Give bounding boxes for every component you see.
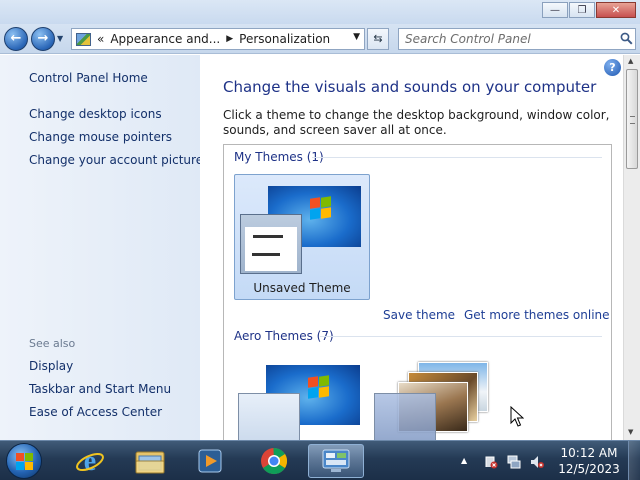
theme-thumbnail-window bbox=[240, 214, 302, 274]
search-input[interactable]: Search Control Panel bbox=[398, 28, 636, 50]
navigation-bar: ← → ▼ « Appearance and... ▶ Personalizat… bbox=[0, 24, 640, 54]
system-clock[interactable]: 10:12 AM 12/5/2023 bbox=[556, 445, 622, 477]
my-themes-group-title: My Themes (1) bbox=[234, 150, 324, 164]
change-account-picture-link[interactable]: Change your account picture bbox=[29, 153, 203, 167]
taskbar-chrome[interactable] bbox=[246, 444, 302, 478]
minimize-button[interactable]: — bbox=[542, 2, 568, 18]
windows-logo-icon bbox=[16, 453, 34, 471]
page-heading: Change the visuals and sounds on your co… bbox=[223, 78, 597, 96]
theme-windows-7[interactable] bbox=[238, 363, 360, 441]
taskbar-internet-explorer[interactable]: e bbox=[62, 444, 118, 478]
theme-thumbnail-window bbox=[374, 393, 436, 441]
see-also-heading: See also bbox=[29, 337, 76, 350]
search-icon[interactable] bbox=[620, 32, 633, 45]
forward-button[interactable]: → bbox=[31, 27, 55, 51]
scroll-thumb[interactable] bbox=[626, 69, 638, 169]
window-title-bar: — ❐ ✕ bbox=[0, 0, 640, 24]
refresh-button[interactable]: ⇆ bbox=[367, 28, 389, 50]
show-desktop-button[interactable] bbox=[628, 441, 640, 480]
theme-list: My Themes (1) Unsaved Theme Save theme G… bbox=[223, 144, 612, 441]
control-panel-icon bbox=[76, 32, 91, 46]
folder-icon bbox=[135, 451, 165, 474]
volume-muted-icon[interactable] bbox=[530, 455, 544, 469]
main-content-pane: ? Change the visuals and sounds on your … bbox=[200, 55, 640, 441]
theme-architecture[interactable] bbox=[374, 360, 494, 441]
ease-of-access-link[interactable]: Ease of Access Center bbox=[29, 405, 162, 419]
svg-text:e: e bbox=[84, 446, 96, 476]
aero-themes-group-title: Aero Themes (7) bbox=[234, 329, 334, 343]
close-button[interactable]: ✕ bbox=[596, 2, 636, 18]
start-button[interactable] bbox=[6, 443, 42, 479]
breadcrumb-appearance[interactable]: Appearance and... bbox=[110, 32, 220, 46]
network-icon[interactable] bbox=[507, 455, 521, 469]
vertical-scrollbar[interactable]: ▲ ▼ bbox=[623, 55, 640, 440]
display-link[interactable]: Display bbox=[29, 359, 73, 373]
breadcrumb-overflow[interactable]: « bbox=[97, 32, 104, 46]
taskbar-windows-explorer[interactable] bbox=[122, 444, 178, 478]
group-divider bbox=[312, 157, 602, 158]
back-button[interactable]: ← bbox=[4, 27, 28, 51]
windows-logo-icon bbox=[310, 196, 332, 220]
address-dropdown[interactable]: ▼ bbox=[353, 32, 360, 42]
windows-logo-icon bbox=[308, 375, 330, 399]
clock-date: 12/5/2023 bbox=[558, 462, 620, 476]
group-divider bbox=[320, 336, 602, 337]
change-mouse-pointers-link[interactable]: Change mouse pointers bbox=[29, 130, 172, 144]
media-player-icon bbox=[198, 449, 222, 473]
show-hidden-icons-button[interactable]: ▲ bbox=[461, 456, 467, 465]
theme-unsaved[interactable]: Unsaved Theme bbox=[234, 174, 370, 300]
address-bar[interactable]: « Appearance and... ▶ Personalization ▼ bbox=[71, 28, 365, 50]
taskbar: e ▲ 10:12 AM 12/5/2023 bbox=[0, 440, 640, 480]
left-navigation-pane: Control Panel Home Change desktop icons … bbox=[0, 55, 203, 440]
breadcrumb-personalization[interactable]: Personalization bbox=[239, 32, 330, 46]
help-icon[interactable]: ? bbox=[604, 59, 621, 76]
get-more-themes-link[interactable]: Get more themes online bbox=[464, 308, 610, 322]
save-theme-link[interactable]: Save theme bbox=[383, 308, 455, 322]
taskbar-control-panel[interactable] bbox=[308, 444, 364, 478]
control-panel-home-link[interactable]: Control Panel Home bbox=[29, 71, 148, 85]
chrome-icon bbox=[261, 447, 288, 475]
theme-thumbnail-window bbox=[238, 393, 300, 441]
window-controls: — ❐ ✕ bbox=[542, 2, 636, 18]
maximize-button[interactable]: ❐ bbox=[569, 2, 595, 18]
action-center-icon[interactable] bbox=[484, 455, 498, 469]
page-description: Click a theme to change the desktop back… bbox=[223, 108, 610, 137]
mouse-cursor-icon bbox=[510, 406, 524, 427]
change-desktop-icons-link[interactable]: Change desktop icons bbox=[29, 107, 162, 121]
theme-name: Unsaved Theme bbox=[253, 281, 351, 295]
recent-pages-dropdown[interactable]: ▼ bbox=[57, 34, 63, 43]
control-panel-icon bbox=[322, 449, 350, 472]
taskbar-media-player[interactable] bbox=[182, 444, 238, 478]
scroll-up-icon[interactable]: ▲ bbox=[628, 57, 633, 65]
clock-time: 10:12 AM bbox=[560, 446, 618, 460]
taskbar-start-menu-link[interactable]: Taskbar and Start Menu bbox=[29, 382, 171, 396]
internet-explorer-icon: e bbox=[76, 446, 104, 476]
breadcrumb-separator[interactable]: ▶ bbox=[226, 34, 233, 44]
scroll-down-icon[interactable]: ▼ bbox=[628, 428, 633, 436]
